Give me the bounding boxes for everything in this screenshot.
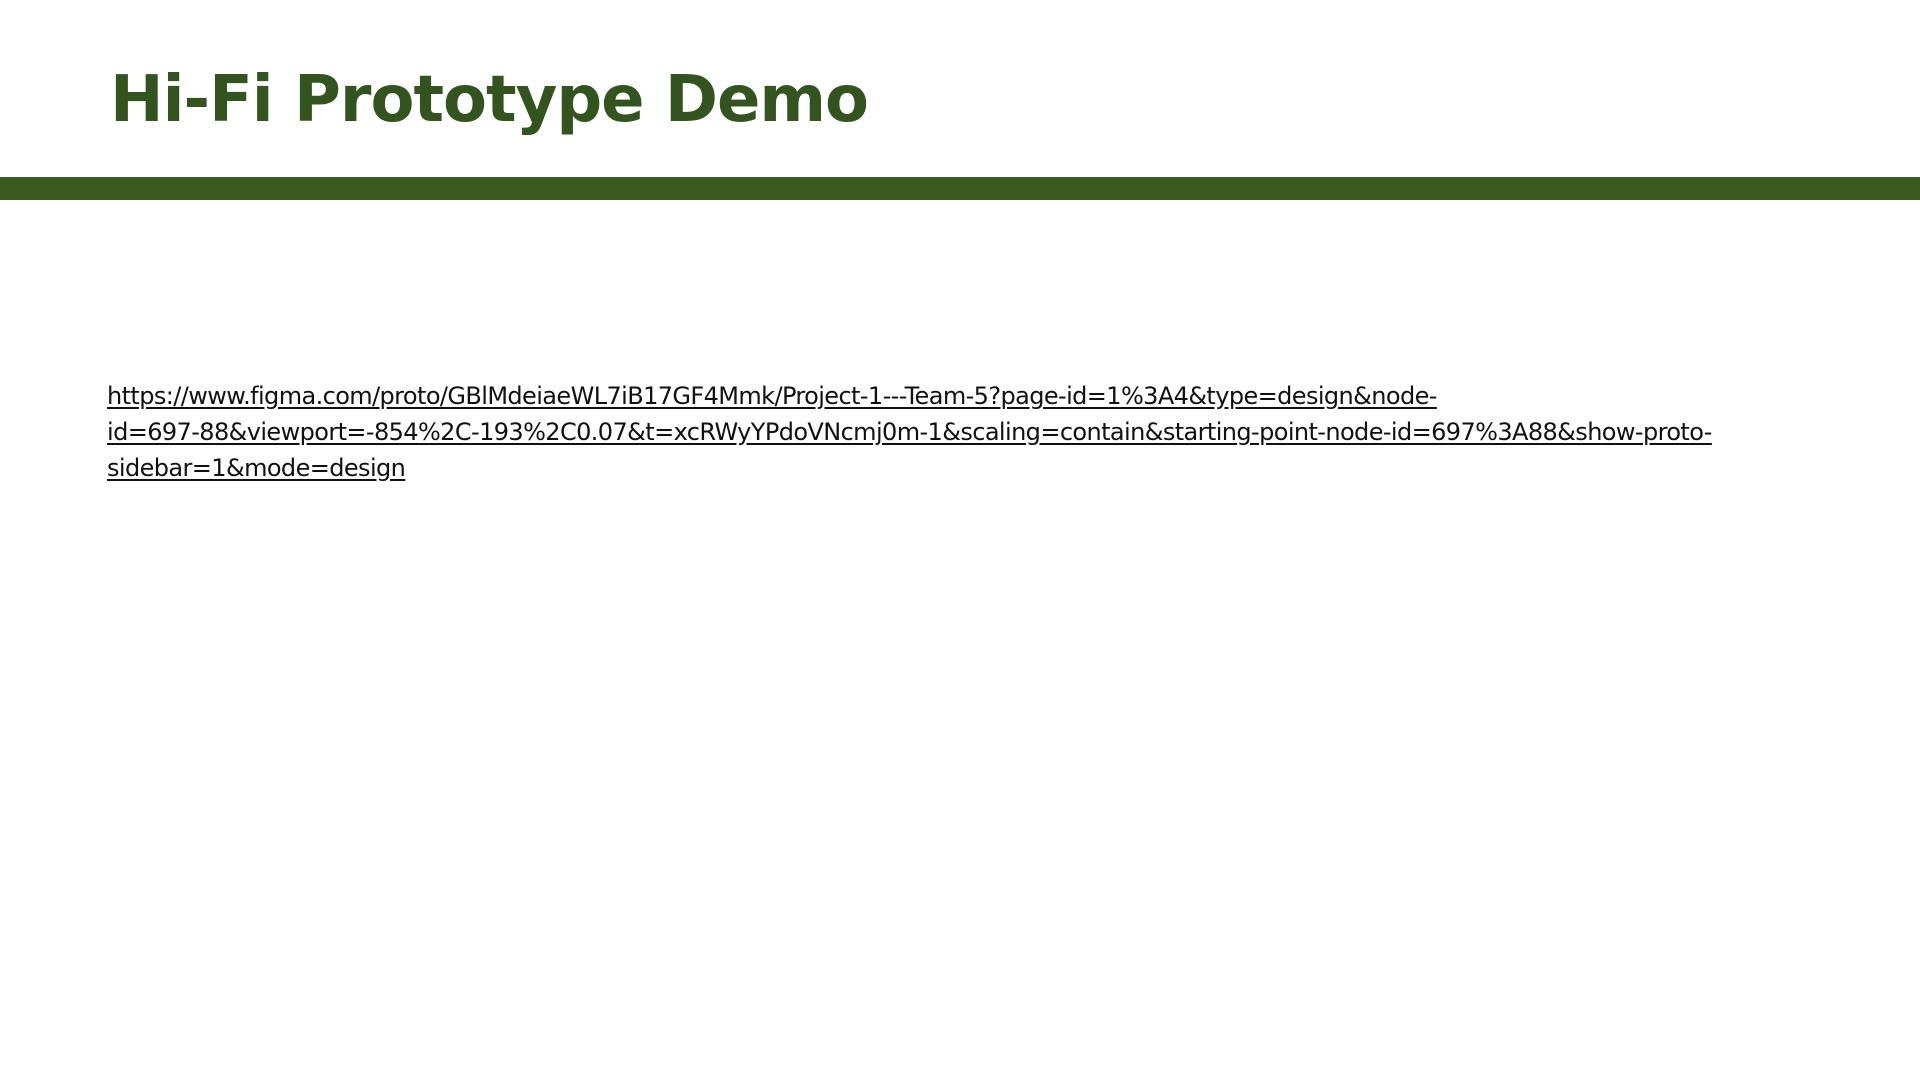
prototype-link-line-2[interactable]: id=697-88&viewport=-854%2C-193%2C0.07&t=…	[107, 414, 1807, 450]
slide-title: Hi-Fi Prototype Demo	[110, 63, 869, 137]
prototype-link[interactable]: https://www.figma.com/proto/GBlMdeiaeWL7…	[107, 378, 1807, 486]
prototype-link-line-1[interactable]: https://www.figma.com/proto/GBlMdeiaeWL7…	[107, 378, 1807, 414]
prototype-link-line-3[interactable]: sidebar=1&mode=design	[107, 450, 1807, 486]
title-divider-bar	[0, 177, 1920, 200]
slide: Hi-Fi Prototype Demo https://www.figma.c…	[0, 0, 1920, 1080]
